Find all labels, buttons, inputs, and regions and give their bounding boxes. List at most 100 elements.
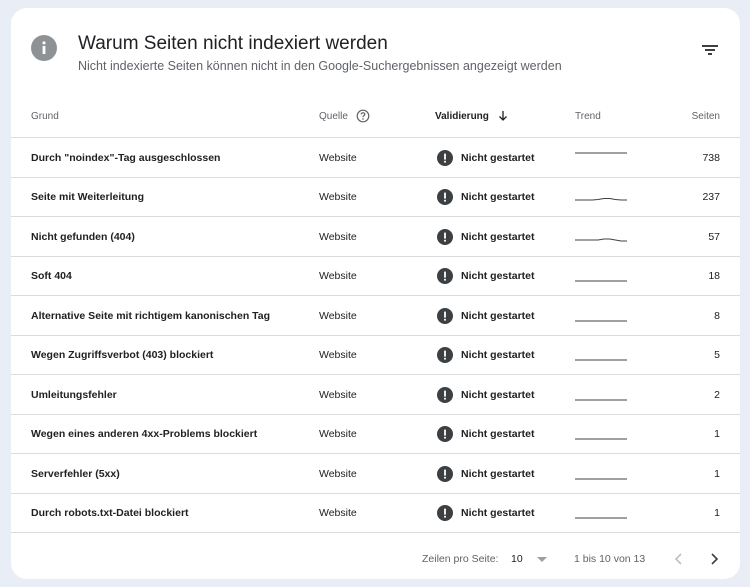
table-row[interactable]: Durch "noindex"-Tag ausgeschlossen Websit… xyxy=(11,138,740,178)
column-label-seiten: Seiten xyxy=(691,110,720,122)
page-subtitle: Nicht indexierte Seiten können nicht in … xyxy=(78,59,562,73)
next-page-chevron-icon[interactable] xyxy=(706,551,722,567)
validation-cell: Nicht gestartet xyxy=(437,494,535,533)
card-header: Warum Seiten nicht indexiert werden Nich… xyxy=(11,8,740,94)
exclamation-icon xyxy=(437,347,453,363)
column-header-trend[interactable]: Trend xyxy=(575,94,601,138)
table-row[interactable]: Wegen eines anderen 4xx-Problems blockie… xyxy=(11,415,740,454)
trend-sparkline xyxy=(575,217,627,256)
filter-icon[interactable] xyxy=(699,41,721,59)
validation-cell: Nicht gestartet xyxy=(437,336,535,375)
source-cell: Website xyxy=(319,507,357,519)
exclamation-icon xyxy=(437,268,453,284)
rows-per-page-value: 10 xyxy=(511,553,523,565)
page-title: Warum Seiten nicht indexiert werden xyxy=(78,33,388,54)
table-row[interactable]: Wegen Zugriffsverbot (403) blockiert Webs… xyxy=(11,336,740,375)
pagination-range: 1 bis 10 von 13 xyxy=(574,553,646,565)
exclamation-icon xyxy=(437,307,453,324)
source-cell: Website xyxy=(319,270,357,282)
validation-cell: Nicht gestartet xyxy=(437,454,535,493)
sort-down-arrow-icon xyxy=(497,110,509,122)
source-cell: Website xyxy=(319,151,357,164)
validation-cell: Nicht gestartet xyxy=(437,296,535,335)
validation-status-label: Nicht gestartet xyxy=(461,151,535,164)
source-cell: Website xyxy=(319,428,357,440)
exclamation-icon xyxy=(437,189,453,205)
column-label-grund: Grund xyxy=(31,110,59,122)
pagination-footer: Zeilen pro Seite: 10 1 bis 10 von 13 xyxy=(11,539,740,579)
validation-status-label: Nicht gestartet xyxy=(461,191,535,203)
table-row[interactable]: Nicht gefunden (404) Website Nicht gestart… xyxy=(11,217,740,257)
column-header-seiten[interactable]: Seiten xyxy=(692,94,720,138)
reason-cell: Seite mit Weiterleitung xyxy=(31,191,144,203)
pages-count-cell: 8 xyxy=(714,309,720,322)
pages-count-cell: 1 xyxy=(714,428,720,440)
reason-cell: Serverfehler (5xx) xyxy=(31,467,120,480)
exclamation-icon xyxy=(437,465,453,482)
validation-cell: Nicht gestartet xyxy=(437,375,535,414)
source-cell: Website xyxy=(319,388,357,401)
reason-cell: Umleitungsfehler xyxy=(31,388,117,401)
column-label-quelle: Quelle xyxy=(319,110,348,122)
column-label-validierung: Validierung xyxy=(435,110,489,122)
table-row[interactable]: Alternative Seite mit richtigem kanonisc… xyxy=(11,296,740,336)
validation-cell: Nicht gestartet xyxy=(437,257,535,296)
trend-sparkline xyxy=(575,336,627,375)
trend-sparkline xyxy=(575,494,627,533)
validation-cell: Nicht gestartet xyxy=(437,178,535,217)
rows-per-page-label: Zeilen pro Seite: xyxy=(422,553,499,565)
reason-cell: Wegen eines anderen 4xx-Problems blockie… xyxy=(31,428,258,440)
rows-per-page-select[interactable]: 10 xyxy=(511,539,547,579)
trend-sparkline xyxy=(575,178,627,217)
validation-status-label: Nicht gestartet xyxy=(461,309,535,322)
validation-status-label: Nicht gestartet xyxy=(461,507,535,519)
source-cell: Website xyxy=(319,467,357,480)
trend-sparkline xyxy=(575,257,627,296)
table-header: Grund Quelle Validierung Trend Seiten xyxy=(11,94,740,138)
pages-count-cell: 237 xyxy=(702,191,720,203)
trend-sparkline xyxy=(575,375,627,414)
reason-cell: Wegen Zugriffsverbot (403) blockiert xyxy=(31,349,214,361)
report-card: Warum Seiten nicht indexiert werden Nich… xyxy=(11,8,740,579)
table-row[interactable]: Soft 404 Website Nicht gestartet 18 xyxy=(11,257,740,296)
validation-status-label: Nicht gestartet xyxy=(461,428,535,440)
table-row[interactable]: Seite mit Weiterleitung Website Nicht gest… xyxy=(11,178,740,217)
table-row[interactable]: Durch robots.txt-Datei blockiert Website N… xyxy=(11,494,740,533)
reason-cell: Nicht gefunden (404) xyxy=(31,230,135,243)
source-cell: Website xyxy=(319,191,357,203)
column-label-trend: Trend xyxy=(575,110,601,122)
pages-count-cell: 738 xyxy=(702,151,720,164)
table-row[interactable]: Umleitungsfehler Website Nicht gestartet 2 xyxy=(11,375,740,415)
pages-count-cell: 1 xyxy=(714,467,720,480)
dropdown-caret-icon xyxy=(536,556,547,562)
pages-count-cell: 2 xyxy=(714,388,720,401)
validation-status-label: Nicht gestartet xyxy=(461,349,535,361)
validation-cell: Nicht gestartet xyxy=(437,415,535,454)
reason-cell: Soft 404 xyxy=(31,270,72,282)
column-header-quelle[interactable]: Quelle xyxy=(319,94,370,138)
validation-cell: Nicht gestartet xyxy=(437,138,535,177)
exclamation-icon xyxy=(437,149,453,166)
help-icon[interactable] xyxy=(356,109,370,123)
column-header-grund[interactable]: Grund xyxy=(31,94,59,138)
previous-page-chevron-icon[interactable] xyxy=(671,551,687,567)
source-cell: Website xyxy=(319,309,357,322)
reason-cell: Durch robots.txt-Datei blockiert xyxy=(31,507,189,519)
pages-count-cell: 5 xyxy=(714,349,720,361)
reason-cell: Durch "noindex"-Tag ausgeschlossen xyxy=(31,151,221,164)
trend-sparkline xyxy=(575,138,627,177)
validation-cell: Nicht gestartet xyxy=(437,217,535,256)
exclamation-icon xyxy=(437,505,453,521)
trend-sparkline xyxy=(575,415,627,454)
reason-cell: Alternative Seite mit richtigem kanonisc… xyxy=(31,309,271,322)
validation-status-label: Nicht gestartet xyxy=(461,388,535,401)
column-header-validierung[interactable]: Validierung xyxy=(435,94,509,138)
table-row[interactable]: Serverfehler (5xx) Website Nicht gestartet… xyxy=(11,454,740,494)
validation-status-label: Nicht gestartet xyxy=(461,270,535,282)
pages-count-cell: 18 xyxy=(708,270,720,282)
info-icon xyxy=(31,35,57,61)
trend-sparkline xyxy=(575,454,627,493)
pages-count-cell: 57 xyxy=(708,230,720,243)
validation-status-label: Nicht gestartet xyxy=(461,467,535,480)
pages-count-cell: 1 xyxy=(714,507,720,519)
